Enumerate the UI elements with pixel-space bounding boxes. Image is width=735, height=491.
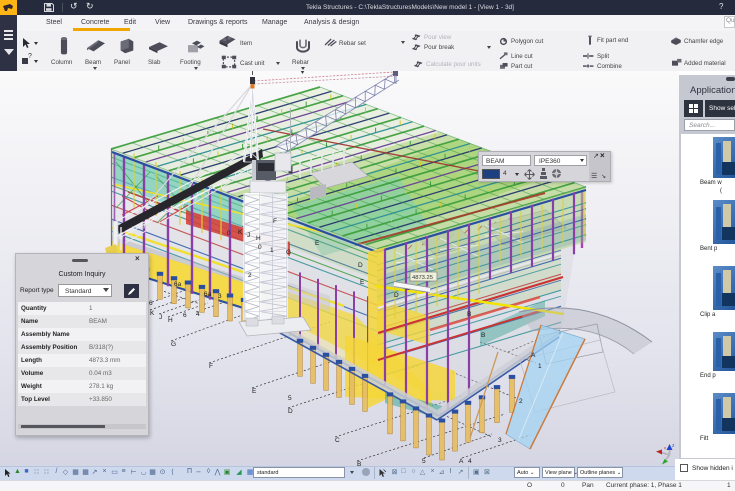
svg-text:B: B — [481, 332, 485, 339]
svg-text:A: A — [459, 458, 464, 465]
svg-text:6: 6 — [183, 312, 187, 319]
svg-text:6: 6 — [149, 300, 153, 307]
svg-text:5: 5 — [422, 458, 426, 465]
svg-text:4873.25: 4873.25 — [412, 275, 433, 281]
svg-text:E: E — [252, 388, 257, 395]
svg-text:G: G — [286, 249, 291, 256]
svg-text:6a: 6a — [204, 291, 212, 298]
svg-text:F: F — [273, 218, 277, 225]
svg-text:1: 1 — [538, 363, 542, 370]
svg-text:F: F — [209, 363, 213, 370]
svg-text:4: 4 — [468, 458, 472, 465]
svg-text:B: B — [467, 311, 471, 318]
svg-text:H: H — [168, 317, 173, 324]
svg-text:6a: 6a — [174, 281, 182, 288]
svg-text:J: J — [247, 232, 250, 239]
svg-text:G: G — [171, 341, 176, 348]
svg-text:3: 3 — [498, 437, 502, 444]
svg-text:K: K — [238, 229, 243, 236]
svg-text:D: D — [288, 408, 293, 415]
svg-text:D: D — [358, 262, 363, 269]
svg-text:E: E — [315, 240, 320, 247]
svg-text:H: H — [256, 235, 261, 242]
svg-text:C: C — [335, 437, 340, 444]
svg-text:D: D — [394, 292, 399, 299]
svg-text:A: A — [531, 352, 536, 359]
svg-text:E: E — [360, 279, 365, 286]
svg-text:K: K — [150, 310, 155, 317]
svg-text:2: 2 — [248, 272, 252, 279]
svg-text:0: 0 — [258, 244, 262, 251]
svg-text:z: z — [672, 443, 675, 449]
svg-text:×: × — [664, 446, 667, 452]
svg-text:3: 3 — [218, 293, 222, 300]
svg-text:2: 2 — [519, 398, 523, 405]
svg-text:5: 5 — [288, 395, 292, 402]
svg-text:J: J — [159, 314, 162, 321]
svg-text:0: 0 — [227, 230, 231, 237]
svg-text:1: 1 — [270, 247, 274, 254]
svg-text:4: 4 — [196, 311, 200, 318]
